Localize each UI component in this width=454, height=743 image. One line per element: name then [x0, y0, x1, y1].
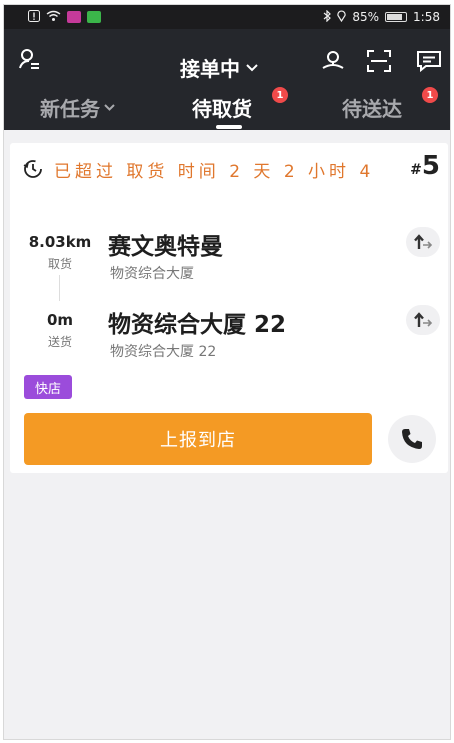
notification-app-icon: [67, 11, 81, 23]
tab-new-tasks[interactable]: 新任务: [40, 93, 115, 122]
tab-count-badge: 1: [422, 87, 438, 103]
pickup-address: 物资综合大厦: [110, 266, 194, 282]
report-arrival-button[interactable]: 上报到店: [24, 413, 372, 465]
tab-awaiting-pickup[interactable]: 待取货 1: [192, 87, 288, 122]
delivery-destination-name: 物资综合大厦 22: [108, 312, 287, 338]
message-icon: [417, 51, 441, 73]
navigate-arrow-icon: [414, 312, 433, 327]
profile-button[interactable]: [18, 47, 42, 71]
pickup-store-name: 赛文奥特曼: [108, 234, 223, 260]
route-connector: [59, 275, 60, 301]
order-number: # 5: [410, 151, 440, 181]
bluetooth-icon: [323, 9, 332, 25]
pickup-navigate-button[interactable]: [406, 227, 440, 257]
alert-icon: [28, 9, 40, 25]
delivery-distance: 0m: [46, 311, 74, 329]
order-card[interactable]: 已超过 取货 时间 2 天 2 小时 4 # 5 8.03km 取货 赛文奥特曼…: [10, 143, 448, 473]
tab-awaiting-delivery[interactable]: 待送达 1: [342, 87, 438, 122]
battery-icon: [385, 12, 408, 22]
pickup-label: 取货: [47, 257, 72, 271]
task-tabs: 新任务 待取货 1 待送达 1: [4, 87, 450, 130]
location-pin-icon: [322, 51, 344, 69]
overdue-clock-icon: [23, 160, 42, 178]
tab-count-badge: 1: [272, 87, 288, 103]
scan-icon: [367, 50, 391, 72]
message-button[interactable]: [416, 49, 442, 73]
overdue-alert-text: 已超过 取货 时间 2 天 2 小时 4: [54, 161, 375, 182]
notification-app-icon-green: [87, 11, 101, 23]
delivery-navigate-button[interactable]: [406, 305, 440, 335]
wifi-icon: [46, 10, 61, 25]
map-pin-button[interactable]: [320, 49, 346, 73]
battery-percent: 85%: [352, 10, 380, 24]
store-type-tag: 快店: [24, 375, 72, 399]
overdue-alert: 已超过 取货 时间 2 天 2 小时 4: [22, 155, 436, 183]
active-tab-indicator: [216, 125, 242, 129]
system-status-bar: 85% 1:58: [4, 5, 450, 29]
phone-icon: [402, 429, 422, 449]
chevron-down-icon: [104, 104, 115, 111]
delivery-address: 物资综合大厦 22: [110, 344, 217, 360]
chevron-down-icon: [246, 63, 258, 71]
order-number-hash: #: [410, 162, 422, 178]
tab-label: 待取货: [192, 97, 252, 121]
delivery-label: 送货: [47, 335, 72, 349]
pickup-distance: 8.03km: [28, 233, 92, 251]
scan-button[interactable]: [366, 49, 392, 73]
call-button[interactable]: [388, 415, 436, 463]
app-frame: 85% 1:58 接单中 新任务 待取货 1 待送达 1 已超过 取货 时间 2…: [3, 4, 451, 740]
work-status-label: 接单中: [180, 57, 240, 81]
navigate-arrow-icon: [414, 234, 433, 249]
order-number-value: 5: [421, 151, 440, 181]
location-icon: [337, 10, 347, 25]
tab-label: 新任务: [40, 97, 100, 121]
work-status-dropdown[interactable]: 接单中: [180, 53, 258, 82]
user-icon: [19, 49, 39, 69]
tab-label: 待送达: [342, 97, 402, 121]
clock-time: 1:58: [413, 10, 440, 24]
app-header: 接单中 新任务 待取货 1 待送达 1: [4, 29, 450, 130]
